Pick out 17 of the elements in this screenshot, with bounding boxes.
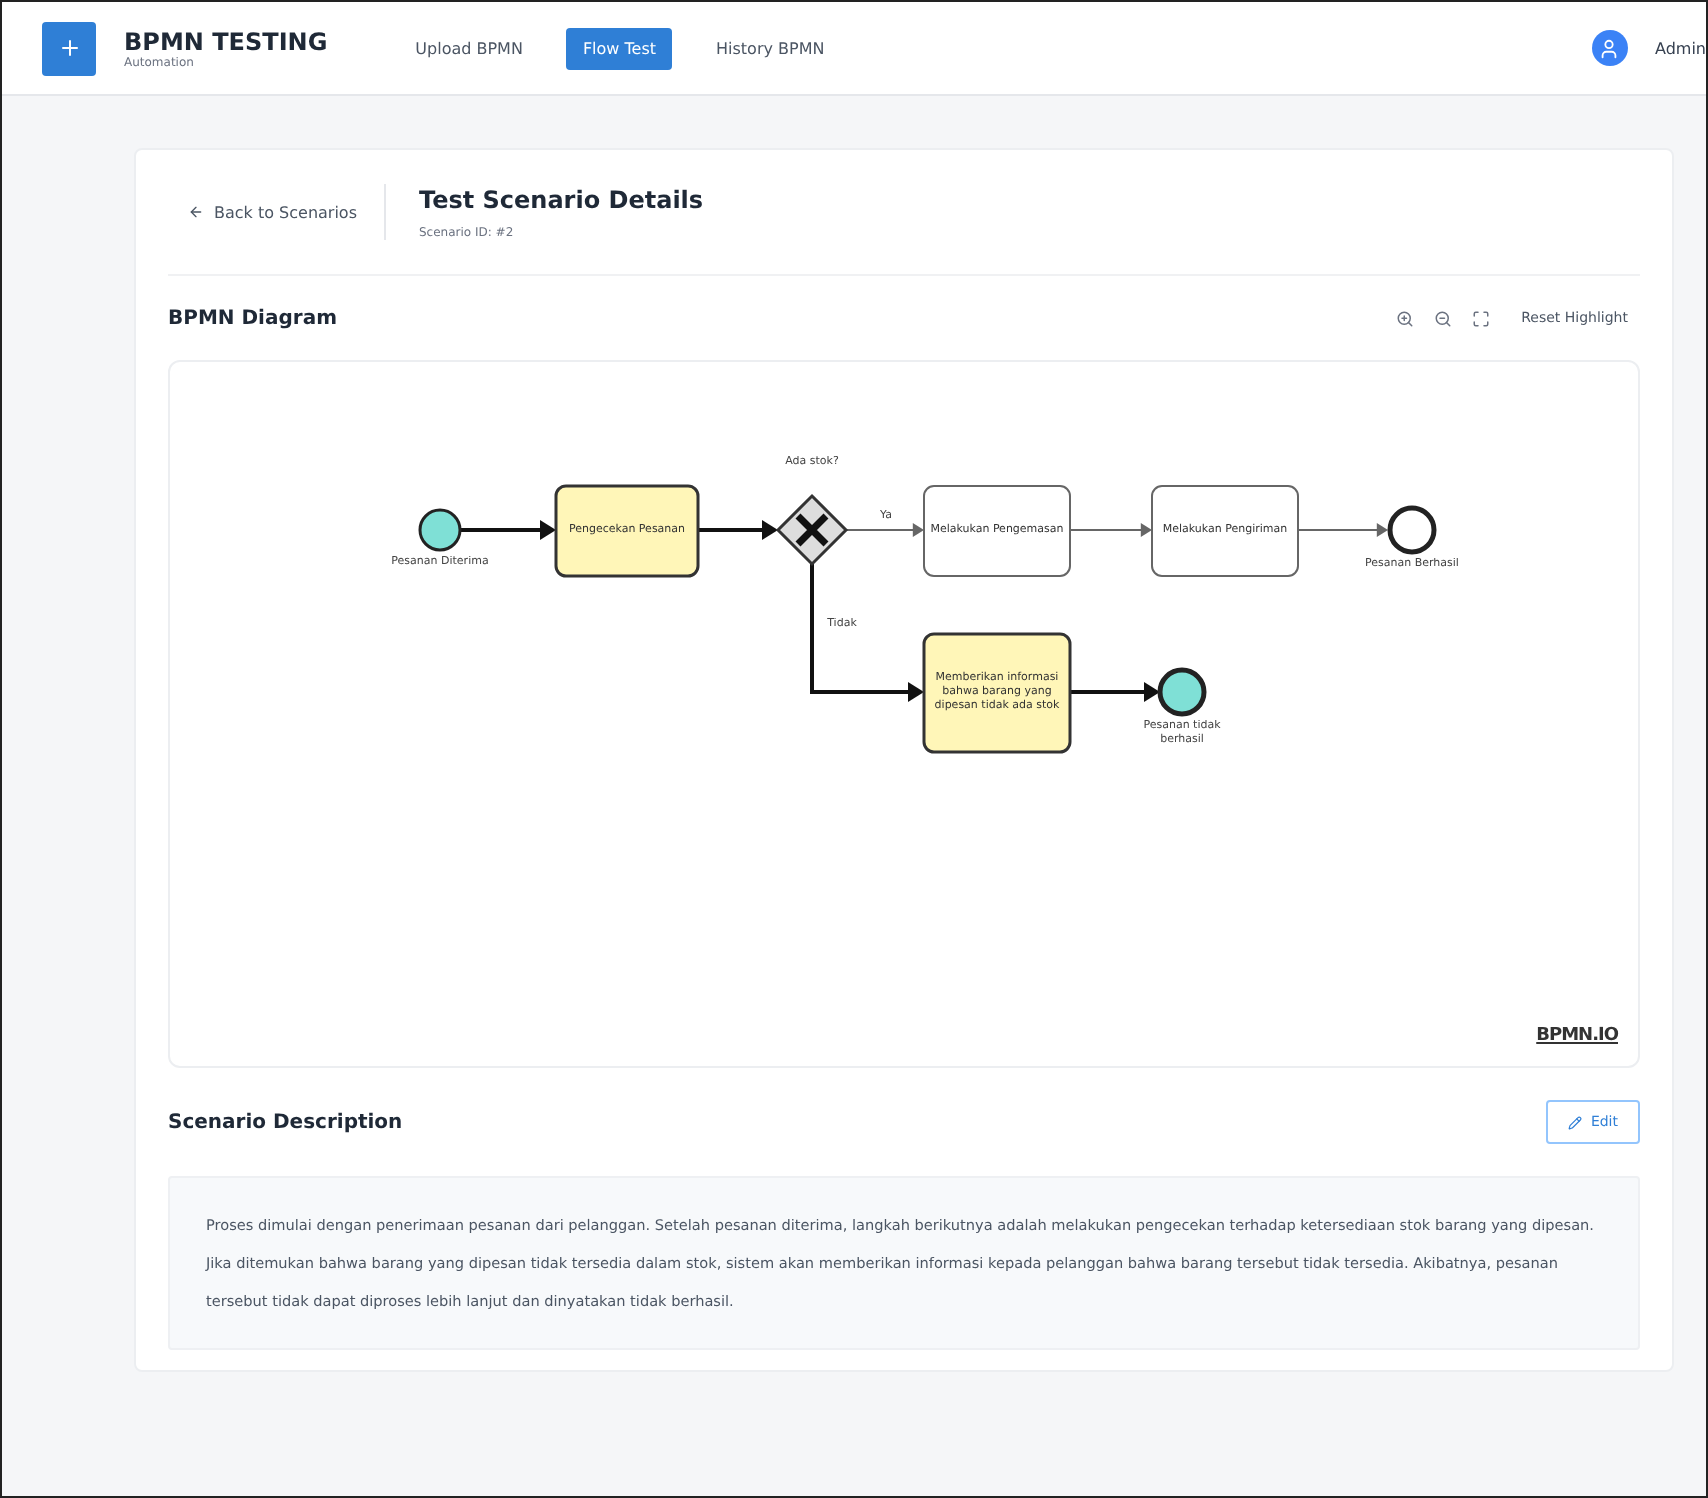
nav-tab[interactable]: Flow Test	[566, 27, 673, 69]
app-title: BPMN TESTING	[124, 27, 328, 55]
back-arrow-icon	[188, 204, 204, 220]
section-title: BPMN Diagram	[168, 307, 337, 329]
app-logo[interactable]	[42, 21, 96, 75]
zoom-out-icon[interactable]	[1433, 309, 1452, 327]
page-title: Test Scenario Details	[418, 185, 704, 213]
fit-view-icon[interactable]	[1471, 309, 1490, 327]
pencil-icon	[1568, 1115, 1583, 1129]
zoom-in-icon[interactable]	[1395, 309, 1414, 327]
nav-tab[interactable]: History BPMN	[700, 27, 841, 69]
nav-tab[interactable]: Upload BPMN	[399, 27, 539, 69]
user-avatar[interactable]	[1591, 30, 1627, 66]
bpmn-io-logo[interactable]: BPMN.IO	[1536, 1026, 1618, 1046]
section-title: Scenario Description	[168, 1111, 403, 1133]
back-link[interactable]: Back to Scenarios	[168, 184, 387, 240]
user-name: Admin	[1655, 39, 1706, 57]
